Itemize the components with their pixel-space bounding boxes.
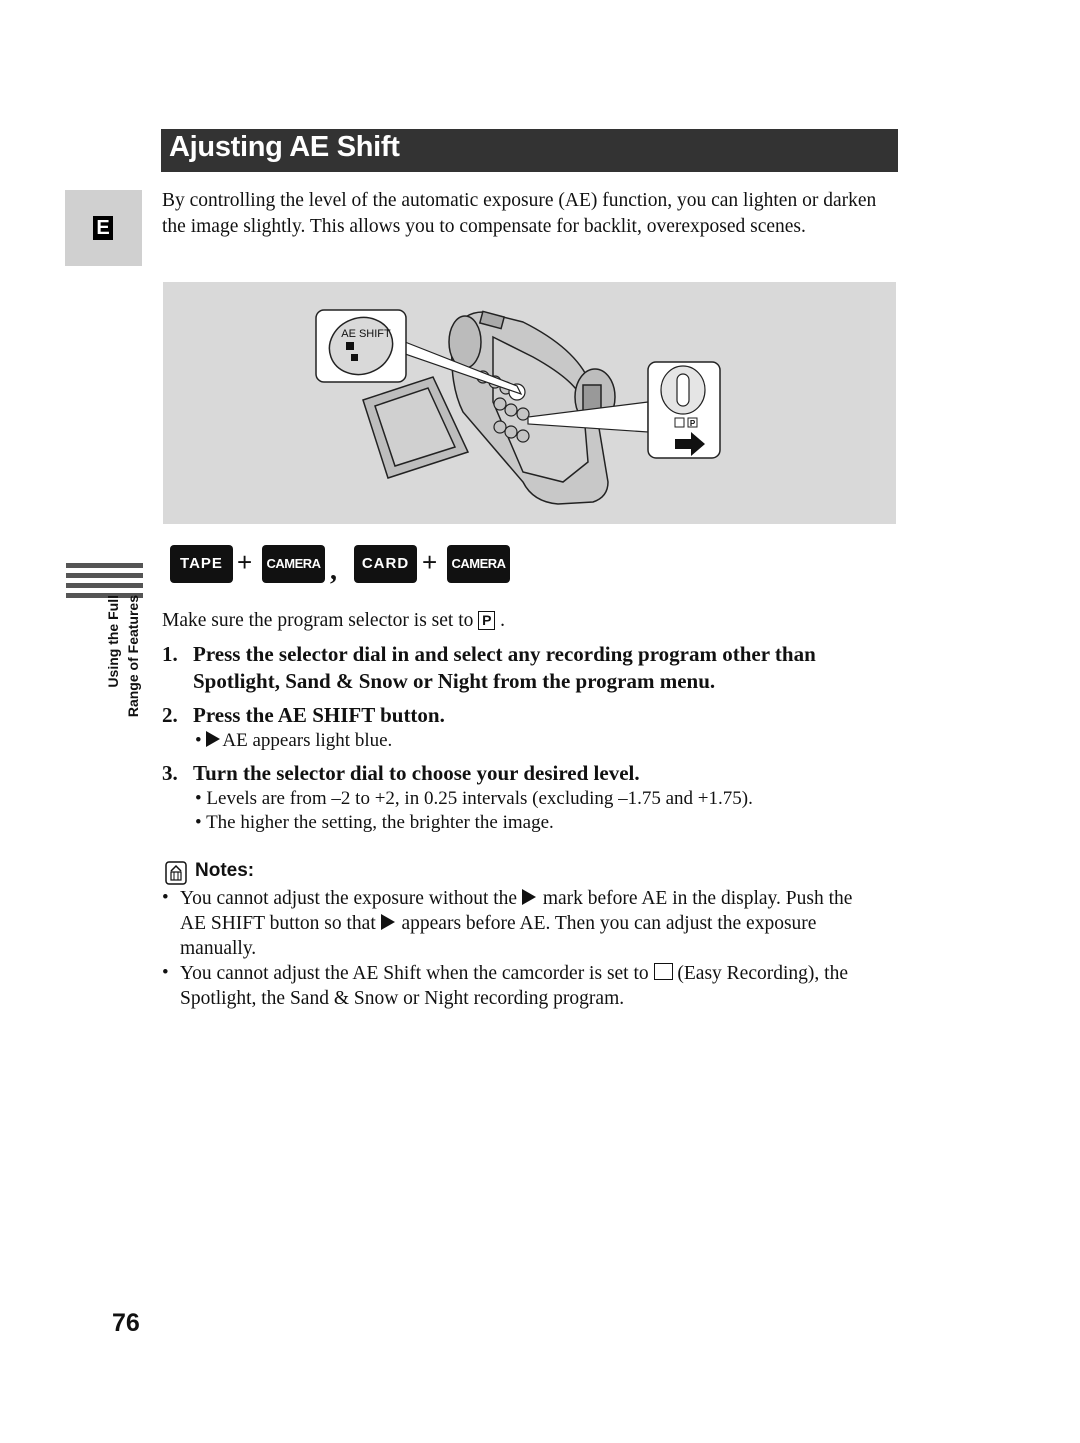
lcd-panel	[362, 376, 470, 479]
camcorder-body	[448, 310, 616, 505]
play-triangle-icon	[206, 731, 221, 747]
intro-paragraph: By controlling the level of the automati…	[162, 190, 877, 237]
ae-shift-callout: AE SHIFT	[315, 309, 407, 383]
p-mode-label: P	[690, 419, 696, 428]
chapter-label-line2: Range of Features	[125, 595, 141, 718]
step-text: Turn the selector dial to choose your de…	[193, 761, 640, 785]
program-p-icon: P	[478, 611, 496, 630]
chapter-side-label: Using the Full Range of Features	[96, 595, 146, 750]
notes-label: Notes:	[195, 860, 255, 881]
dial-icon	[676, 373, 690, 407]
step-number: 2.	[162, 703, 178, 727]
easy-mode-icon	[674, 417, 685, 428]
play-triangle-icon	[380, 914, 395, 930]
ae-shift-symbol	[346, 342, 354, 350]
precondition-text: Make sure the program selector is set to…	[162, 608, 505, 633]
plus-sign: +	[237, 547, 253, 577]
camcorder-drawing: AE SHIFT P	[315, 309, 721, 505]
page-number: 76	[112, 1309, 140, 1337]
mode-badge-tape: TAPE	[170, 545, 233, 583]
marker-bar	[66, 583, 143, 588]
marker-bar	[66, 573, 143, 578]
separator-comma: ,	[330, 555, 337, 586]
selector-dial-callout: P	[647, 361, 721, 459]
ae-shift-label: AE SHIFT	[341, 328, 391, 340]
step-number: 1.	[162, 642, 178, 666]
mode-badge-camera: CAMERA	[262, 545, 325, 583]
note-item: • You cannot adjust the exposure without…	[162, 887, 853, 959]
notes-icon	[165, 861, 187, 885]
play-triangle-icon	[521, 889, 536, 905]
bullet-text: The higher the setting, the brighter the…	[206, 812, 554, 833]
language-tab: E	[65, 190, 142, 266]
step-text: Press the AE SHIFT button.	[193, 703, 445, 727]
ae-shift-button-icon	[351, 354, 358, 361]
camcorder-illustration: AE SHIFT P	[163, 282, 896, 524]
section-title-bar: Ajusting AE Shift	[161, 129, 898, 172]
mode-badge-camera: CAMERA	[447, 545, 510, 583]
step-text: Press the selector dial in and select an…	[193, 642, 816, 693]
step-number: 3.	[162, 761, 178, 785]
precondition-label: Make sure the program selector is set to	[162, 610, 474, 631]
step-3-bullet: • Levels are from –2 to +2, in 0.25 inte…	[195, 788, 753, 809]
marker-bar	[66, 563, 143, 568]
note-text: You cannot adjust the AE Shift when the …	[180, 963, 649, 984]
language-badge: E	[93, 216, 113, 240]
plus-sign: +	[422, 547, 438, 577]
note-item: • You cannot adjust the AE Shift when th…	[162, 962, 848, 1009]
page-title: Ajusting AE Shift	[169, 131, 400, 163]
step-3-bullet: • The higher the setting, the brighter t…	[195, 812, 554, 833]
bullet-text: AE appears light blue.	[222, 730, 393, 751]
step-2-bullet: • AE appears light blue.	[195, 730, 393, 751]
mode-badge-card: CARD	[354, 545, 417, 583]
bullet-text: Levels are from –2 to +2, in 0.25 interv…	[206, 788, 753, 809]
easy-recording-icon	[653, 963, 673, 980]
chapter-label-line1: Using the Full	[105, 595, 121, 688]
note-text: You cannot adjust the exposure without t…	[180, 888, 518, 909]
precondition-end: .	[500, 610, 505, 631]
